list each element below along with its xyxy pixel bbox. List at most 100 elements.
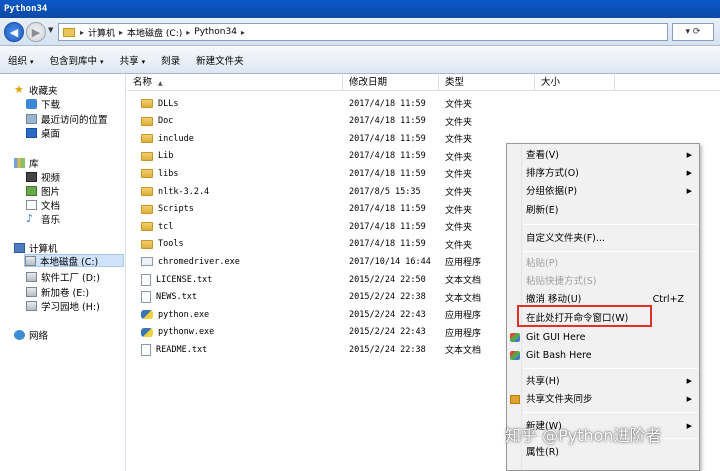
nav-music[interactable]: ♪ 音乐 — [26, 212, 60, 226]
text-file-icon — [141, 291, 151, 304]
file-name-cell: DLLs — [141, 99, 178, 109]
file-modified-date: 2017/4/18 11:59 — [349, 98, 426, 109]
breadcrumb-drive-c[interactable]: 本地磁盘 (C:) — [127, 26, 182, 39]
column-header-date[interactable]: 修改日期 — [343, 75, 439, 91]
breadcrumb-separator: ▸ — [240, 27, 245, 37]
menu-item-view[interactable]: 查看(V) ▶ — [526, 148, 696, 163]
nav-favorites[interactable]: ★ 收藏夹 — [14, 82, 58, 97]
file-row[interactable]: DLLs 2017/4/18 11:59 文件夹 — [127, 95, 720, 112]
file-type: 文件夹 — [445, 188, 473, 198]
file-type: 文件夹 — [445, 240, 473, 251]
document-icon — [26, 199, 37, 210]
file-name: pythonw.exe — [158, 327, 215, 338]
desktop-icon — [26, 127, 37, 138]
sync-folder-icon — [510, 395, 520, 404]
nav-network[interactable]: 网络 — [14, 328, 48, 342]
menu-item-share[interactable]: 共享(H) ▶ — [526, 374, 696, 389]
file-name: nltk-3.2.4 — [158, 186, 210, 197]
file-type: 文件夹 — [445, 135, 473, 146]
column-header-size[interactable]: 大小 — [535, 75, 615, 91]
menu-separator — [524, 251, 698, 252]
file-type: 文本文档 — [445, 293, 482, 304]
menu-item-properties[interactable]: 属性(R) — [526, 445, 696, 460]
arrow-left-icon: ◀ — [9, 25, 19, 39]
menu-item-refresh[interactable]: 刷新(E) — [526, 203, 696, 218]
file-name-cell: Tools — [141, 239, 184, 249]
folder-icon — [63, 27, 75, 37]
window-title-bar: Python34 — [0, 0, 720, 18]
file-name-cell: NEWS.txt — [141, 291, 197, 304]
burn-button[interactable]: 刻录 — [161, 53, 180, 67]
menu-item-paste: 粘贴(P) — [526, 258, 559, 269]
nav-desktop[interactable]: 桌面 — [26, 126, 60, 140]
organize-button[interactable]: 组织 ▾ — [8, 53, 34, 67]
breadcrumb-python34[interactable]: Python34 — [194, 27, 237, 37]
application-icon — [141, 257, 153, 267]
sort-ascending-icon: ▲ — [158, 80, 163, 87]
file-type: 文本文档 — [445, 276, 482, 286]
arrow-right-icon: ▶ — [31, 25, 41, 39]
submenu-arrow-icon: ▶ — [686, 151, 692, 159]
file-name: Doc — [158, 116, 174, 127]
file-modified-date: 2017/4/18 11:59 — [349, 204, 426, 215]
nav-downloads[interactable]: 下载 — [26, 97, 60, 111]
file-name-cell: chromedriver.exe — [141, 257, 240, 267]
window-title: Python34 — [4, 4, 48, 14]
file-name-cell: nltk-3.2.4 — [141, 187, 209, 197]
address-refresh-button[interactable]: ▾ ⟳ — [672, 23, 714, 41]
include-in-library-button[interactable]: 包含到库中 ▾ — [50, 53, 104, 67]
back-button[interactable]: ◀ — [4, 22, 24, 42]
file-row[interactable]: Doc 2017/4/18 11:59 文件夹 — [127, 113, 720, 130]
menu-item-paste-shortcut: 粘贴快捷方式(S) — [526, 276, 597, 287]
nav-drive-e[interactable]: 新加卷 (E:) — [26, 285, 89, 299]
python-icon — [141, 310, 153, 320]
nav-pictures[interactable]: 图片 — [26, 184, 60, 198]
menu-item-group-by[interactable]: 分组依据(P) ▶ — [526, 184, 696, 199]
file-name: Lib — [158, 151, 174, 162]
menu-item-share-sync[interactable]: 共享文件夹同步 ▶ — [510, 392, 696, 407]
chevron-down-icon: ▾ — [30, 58, 34, 66]
file-name-cell: LICENSE.txt — [141, 273, 212, 286]
column-header-row: 名称 ▲ 修改日期 类型 大小 — [127, 75, 720, 91]
column-header-type[interactable]: 类型 — [439, 75, 535, 91]
menu-item-git-gui[interactable]: Git GUI Here — [510, 330, 696, 345]
library-icon — [14, 157, 25, 168]
recent-places-icon — [26, 113, 37, 124]
menu-item-sort-by[interactable]: 排序方式(O) ▶ — [526, 166, 696, 181]
forward-button[interactable]: ▶ — [26, 22, 46, 42]
nav-drive-h[interactable]: 学习园地 (H:) — [26, 299, 100, 313]
git-icon — [510, 333, 520, 342]
file-name-cell: Scripts — [141, 204, 194, 214]
network-icon — [14, 329, 25, 340]
nav-videos[interactable]: 视频 — [26, 170, 60, 184]
address-breadcrumb[interactable]: ▸ 计算机 ▸ 本地磁盘 (C:) ▸ Python34 ▸ — [58, 23, 668, 41]
nav-drive-d[interactable]: 软件工厂 (D:) — [26, 270, 100, 284]
column-header-name[interactable]: 名称 ▲ — [127, 75, 343, 91]
disk-icon — [26, 286, 37, 297]
menu-item-customize-folder[interactable]: 自定义文件夹(F)... — [526, 231, 696, 246]
file-name: include — [158, 133, 194, 144]
disk-icon — [25, 255, 36, 266]
menu-separator — [524, 412, 698, 413]
menu-item-git-bash[interactable]: Git Bash Here — [510, 348, 696, 363]
folder-icon — [141, 222, 153, 232]
new-folder-button[interactable]: 新建文件夹 — [196, 53, 244, 67]
nav-computer[interactable]: 计算机 — [14, 241, 58, 255]
submenu-arrow-icon: ▶ — [686, 377, 692, 385]
text-file-icon — [141, 273, 151, 286]
nav-libraries[interactable]: 库 — [14, 156, 39, 170]
star-icon: ★ — [14, 82, 24, 96]
breadcrumb-computer[interactable]: 计算机 — [88, 26, 115, 39]
nav-documents[interactable]: 文档 — [26, 198, 60, 212]
file-name: python.exe — [158, 309, 210, 320]
history-dropdown-icon[interactable]: ▼ — [48, 26, 53, 34]
file-modified-date: 2015/2/24 22:38 — [349, 292, 426, 303]
nav-recent-places[interactable]: 最近访问的位置 — [26, 112, 108, 126]
folder-icon — [141, 239, 153, 249]
submenu-arrow-icon: ▶ — [686, 169, 692, 177]
file-name: README.txt — [156, 344, 208, 355]
folder-icon — [141, 134, 153, 144]
share-with-button[interactable]: 共享 ▾ — [120, 53, 146, 67]
nav-drive-c[interactable]: 本地磁盘 (C:) — [24, 254, 124, 268]
file-name: tcl — [158, 221, 174, 232]
